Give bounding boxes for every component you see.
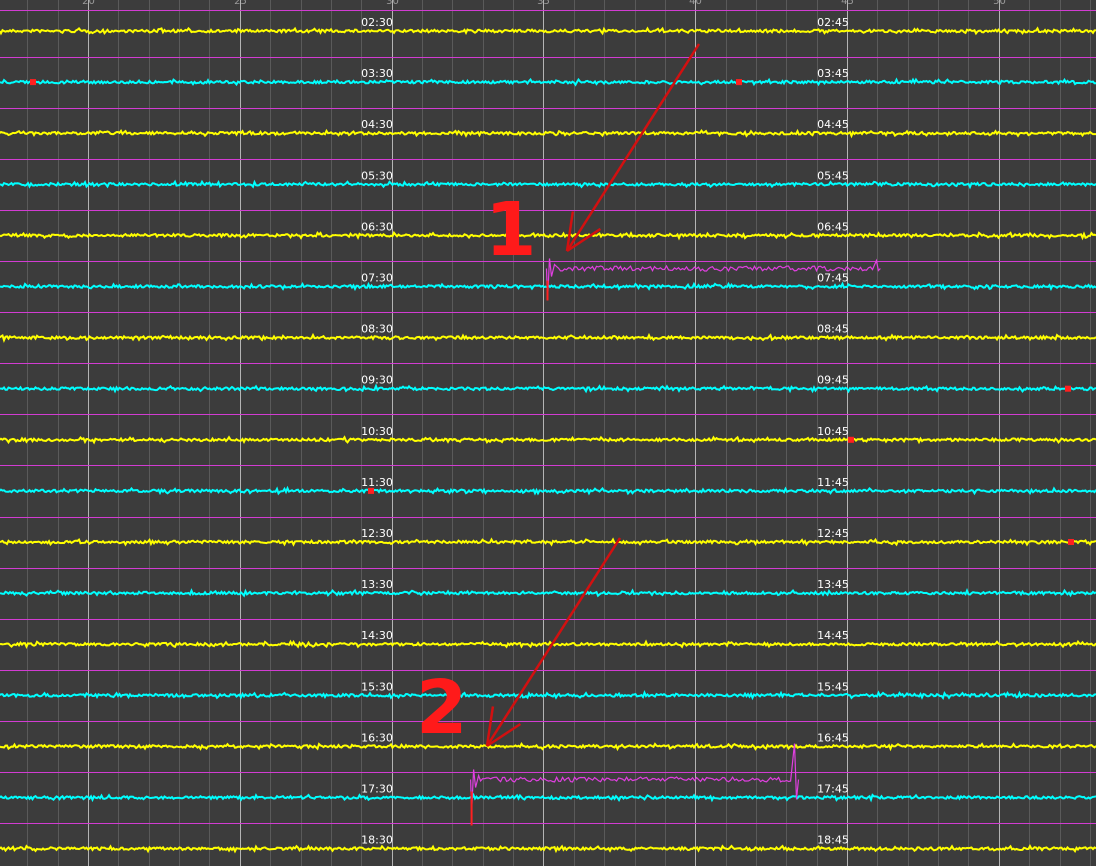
time-label-left: 09:30 bbox=[361, 374, 393, 387]
time-label-left: 17:30 bbox=[361, 783, 393, 796]
trace-row-0830 bbox=[0, 332, 1096, 344]
spike-marker bbox=[848, 436, 854, 443]
event-label-2: 2 bbox=[416, 665, 468, 751]
time-label-left: 08:30 bbox=[361, 323, 393, 336]
time-label-left: 05:30 bbox=[361, 169, 393, 182]
time-label-right: 04:45 bbox=[817, 118, 849, 131]
spike-marker bbox=[1065, 385, 1071, 392]
event-label-1: 1 bbox=[485, 187, 537, 273]
time-label-right: 17:45 bbox=[817, 783, 849, 796]
time-label-right: 10:45 bbox=[817, 425, 849, 438]
major-gridlines bbox=[88, 0, 1000, 866]
time-label-right: 11:45 bbox=[817, 476, 849, 489]
time-label-right: 12:45 bbox=[817, 527, 849, 540]
trace-row-1730 bbox=[0, 792, 1096, 803]
spike-marker bbox=[30, 79, 36, 86]
time-label-right: 13:45 bbox=[817, 578, 849, 591]
time-label-left: 13:30 bbox=[361, 578, 393, 591]
trace-row-1030 bbox=[0, 435, 1096, 445]
trace-row-0330 bbox=[0, 77, 1096, 87]
time-label-left: 04:30 bbox=[361, 118, 393, 131]
time-label-right: 07:45 bbox=[817, 272, 849, 285]
x-tick-label: 30 bbox=[386, 0, 399, 7]
trace-row-1630 bbox=[0, 742, 1096, 752]
seismogram-chart: 20 25 30 35 40 45 50 02:30 02:45 03:30 03:45 04:30… bbox=[0, 0, 1096, 866]
time-label-right: 09:45 bbox=[817, 374, 849, 387]
arrow-shaft-2 bbox=[485, 537, 622, 747]
trace-row-1430 bbox=[0, 639, 1096, 650]
event-trace-2 bbox=[470, 743, 800, 812]
trace-row-0630 bbox=[0, 230, 1096, 241]
trace-row-1530 bbox=[0, 690, 1096, 701]
x-tick-label: 40 bbox=[689, 0, 702, 7]
time-label-right: 05:45 bbox=[817, 169, 849, 182]
x-tick-label: 45 bbox=[841, 0, 854, 7]
trace-row-1330 bbox=[0, 587, 1096, 598]
minor-gridlines bbox=[27, 0, 1091, 866]
arrow-shaft-1 bbox=[565, 43, 701, 252]
time-label-right: 03:45 bbox=[817, 67, 849, 80]
time-label-left: 18:30 bbox=[361, 834, 393, 847]
arrow-head-2 bbox=[486, 722, 522, 748]
time-label-right: 06:45 bbox=[817, 220, 849, 233]
time-label-right: 02:45 bbox=[817, 16, 849, 29]
time-label-left: 12:30 bbox=[361, 527, 393, 540]
time-label-left: 03:30 bbox=[361, 67, 393, 80]
x-tick-labels: 20 25 30 35 40 45 50 bbox=[82, 0, 1006, 7]
time-label-right: 16:45 bbox=[817, 731, 849, 744]
time-label-left: 06:30 bbox=[361, 220, 393, 233]
spike-marker bbox=[1068, 539, 1074, 545]
trace-row-0530 bbox=[0, 179, 1096, 190]
trace-row-0430 bbox=[0, 128, 1096, 139]
x-tick-label: 35 bbox=[537, 0, 550, 7]
time-label-left: 15:30 bbox=[361, 680, 393, 693]
trace-row-1130 bbox=[0, 485, 1096, 496]
x-tick-label: 20 bbox=[82, 0, 95, 7]
trace-row-1830 bbox=[0, 844, 1096, 854]
time-label-left: 11:30 bbox=[361, 476, 393, 489]
time-label-right: 08:45 bbox=[817, 323, 849, 336]
trace-row-1230 bbox=[0, 537, 1096, 547]
spike-marker bbox=[736, 79, 742, 86]
time-label-left: 16:30 bbox=[361, 731, 393, 744]
time-label-left: 10:30 bbox=[361, 425, 393, 438]
x-tick-label: 50 bbox=[993, 0, 1006, 7]
time-label-right: 18:45 bbox=[817, 834, 849, 847]
trace-row-0230 bbox=[0, 26, 1096, 36]
time-label-left: 07:30 bbox=[361, 272, 393, 285]
seismic-traces bbox=[0, 26, 1096, 854]
trace-row-0930 bbox=[0, 383, 1096, 394]
arrow-head-1 bbox=[566, 227, 602, 253]
time-label-right: 15:45 bbox=[817, 680, 849, 693]
time-label-right: 14:45 bbox=[817, 629, 849, 642]
time-label-left: 02:30 bbox=[361, 16, 393, 29]
time-label-left: 14:30 bbox=[361, 629, 393, 642]
x-tick-label: 25 bbox=[234, 0, 247, 7]
